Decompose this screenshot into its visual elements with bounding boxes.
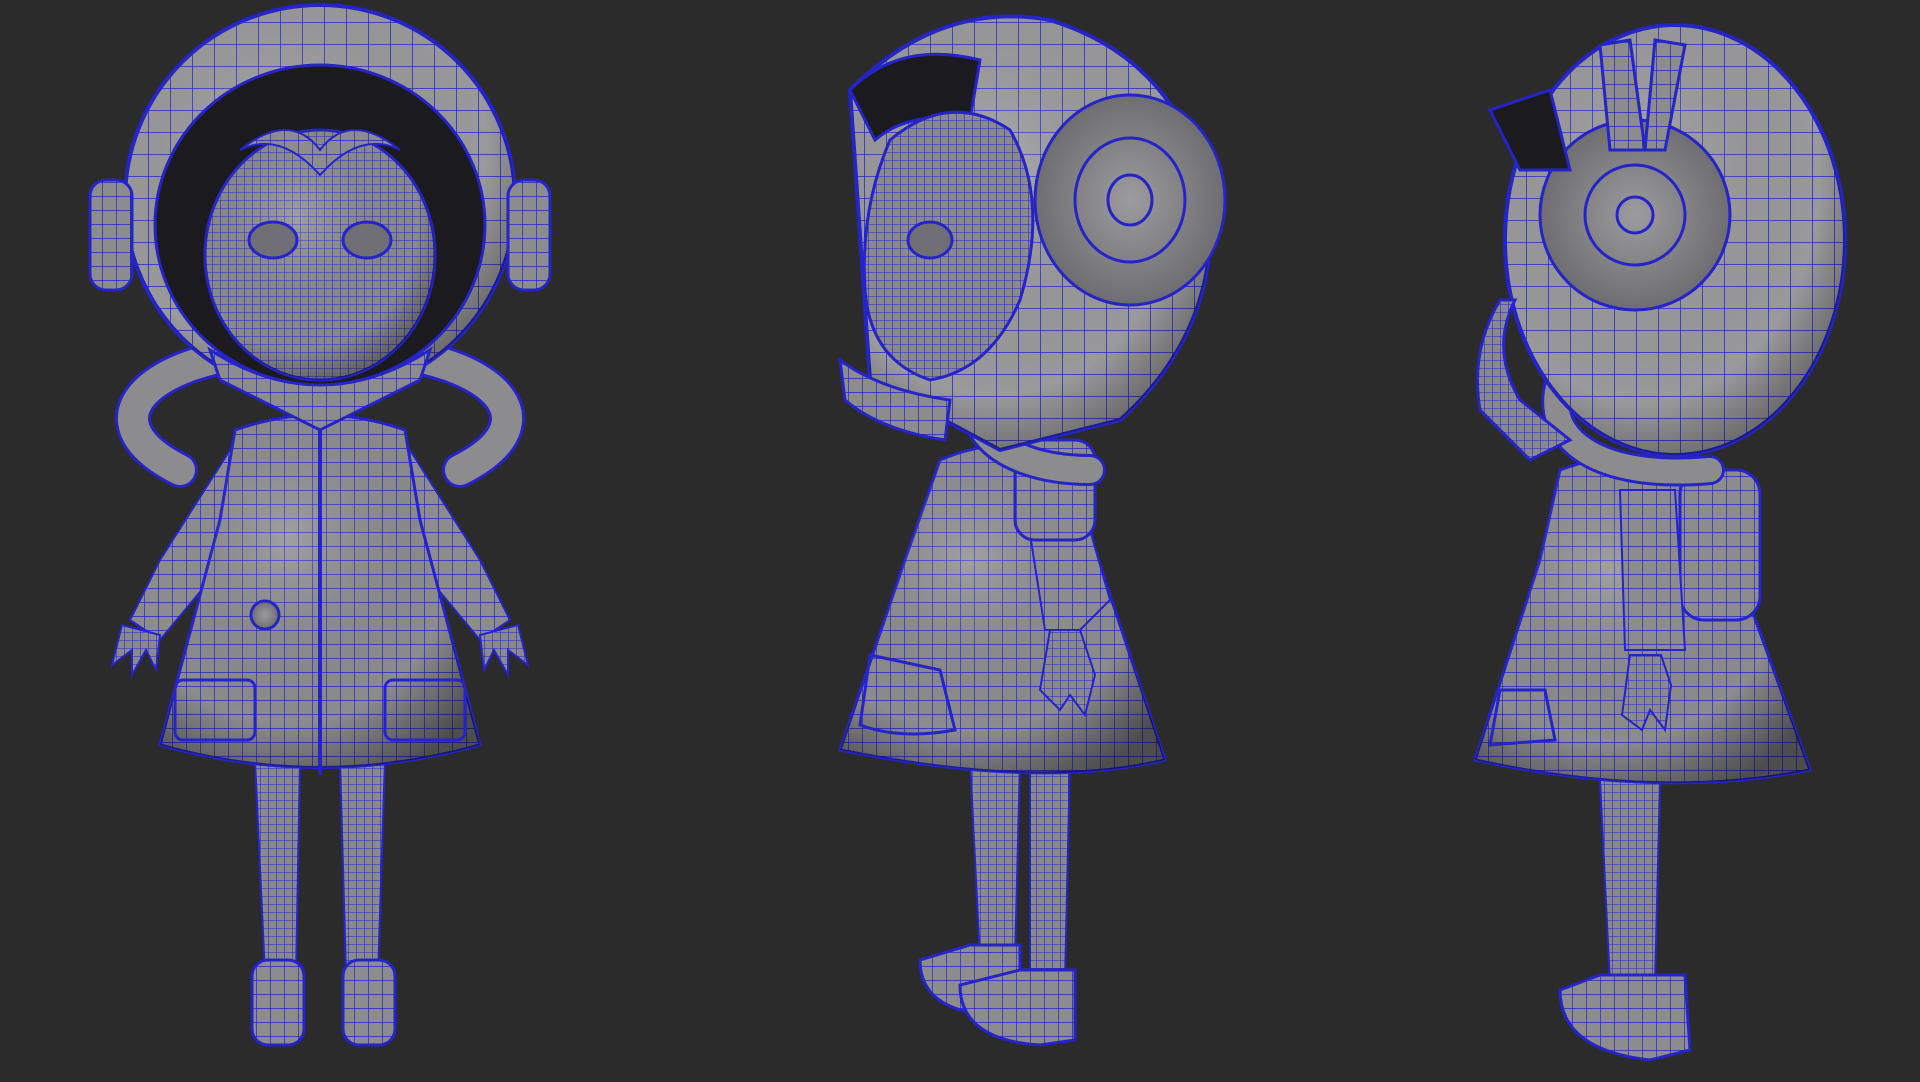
side-view: [1473, 23, 1847, 1062]
side-legs: [1558, 779, 1692, 1062]
three-quarter-coat: [838, 443, 1167, 775]
front-head: [203, 128, 437, 382]
viewport: [0, 0, 1920, 1082]
side-backpack: [1678, 468, 1762, 622]
three-quarter-legs: [918, 759, 1077, 1047]
front-legs: [250, 759, 397, 1047]
three-quarter-view: [838, 14, 1227, 1047]
front-coat: [158, 413, 482, 775]
front-view: [88, 3, 552, 1047]
